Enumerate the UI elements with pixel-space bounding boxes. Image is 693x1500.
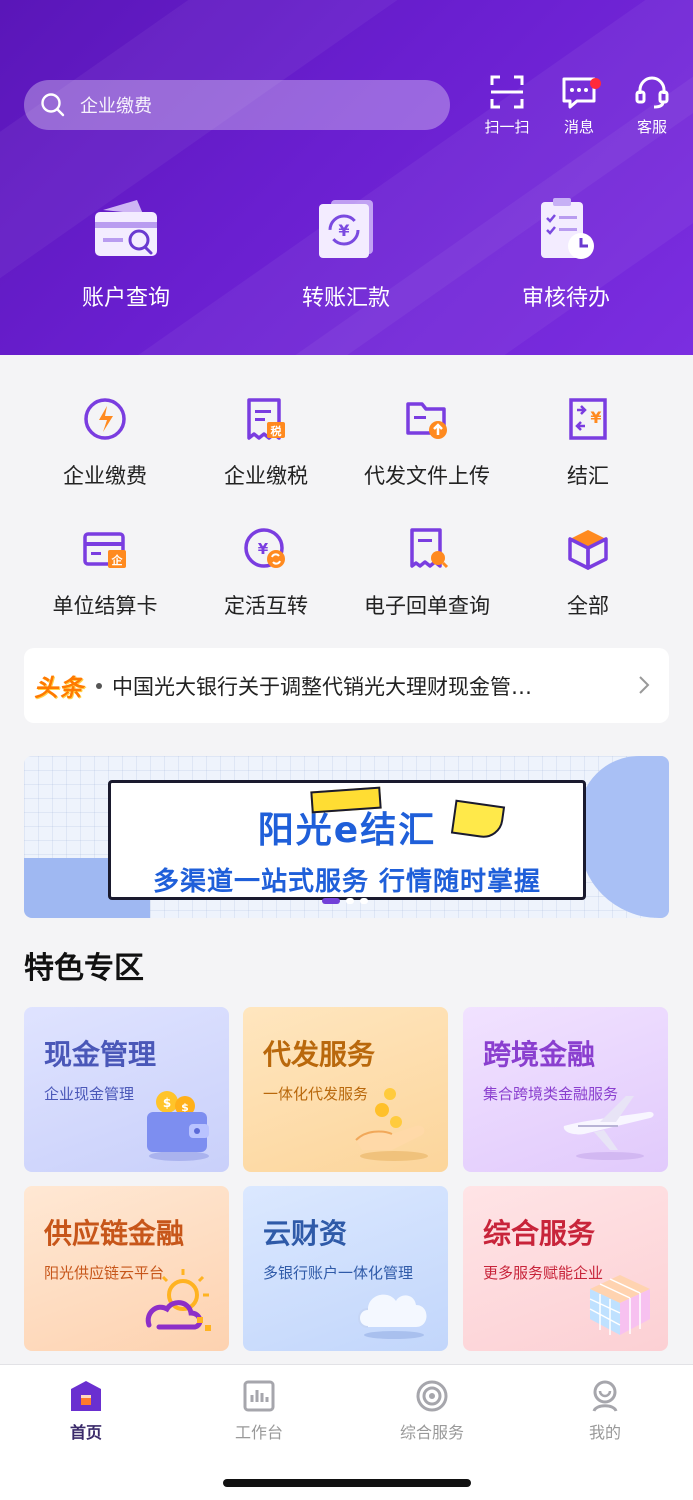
news-bullet (96, 682, 102, 689)
feature-title: 代发服务 (263, 1038, 376, 1071)
svg-text:企: 企 (111, 553, 124, 567)
news-tag: 头条 (34, 674, 84, 702)
svg-text:¥: ¥ (258, 540, 269, 558)
tab-home[interactable]: 首页 (26, 1379, 146, 1443)
enterprise-tax-icon: 税 (247, 398, 285, 440)
target-icon (416, 1380, 448, 1412)
approval-todo-icon (531, 196, 601, 266)
service-enterprise-tax[interactable]: 税 企业缴税 (181, 396, 351, 490)
news-ticker[interactable]: 头条 中国光大银行关于调整代销光大理财现金管… (24, 648, 669, 723)
service-receipt-query[interactable]: 电子回单查询 (342, 526, 512, 620)
enterprise-payment-icon (84, 398, 126, 440)
banner-pager (322, 898, 368, 904)
airplane-icon (563, 1096, 654, 1160)
feature-title: 供应链金融 (44, 1217, 185, 1250)
tab-label: 首页 (69, 1423, 102, 1442)
transfer-label: 转账汇款 (301, 286, 390, 311)
all-services-icon (568, 530, 608, 570)
service-label: 定活互转 (224, 594, 308, 618)
search-placeholder: 企业缴费 (80, 96, 152, 117)
service-settlement-card[interactable]: 企 单位结算卡 (20, 526, 190, 620)
cube-icon (589, 1275, 650, 1335)
svg-text:¥: ¥ (590, 408, 601, 427)
tab-mine[interactable]: 我的 (545, 1379, 665, 1443)
deposit-transfer-icon: ¥ (244, 528, 285, 568)
home-icon (71, 1381, 101, 1411)
account-query-label: 账户查询 (81, 286, 170, 311)
service-label: 电子回单查询 (364, 594, 490, 618)
customer-service-icon (635, 76, 669, 109)
service-all[interactable]: 全部 (503, 526, 673, 620)
scan-button[interactable]: 扫一扫 (477, 74, 537, 137)
service-label: 结汇 (567, 464, 609, 488)
message-badge (590, 78, 601, 89)
section-title: 特色专区 (24, 951, 144, 986)
feature-cross-border-finance[interactable]: 跨境金融 集合跨境类金融服务 (463, 1007, 668, 1172)
service-label: 代发文件上传 (364, 464, 490, 488)
pager-dot (346, 898, 354, 904)
file-upload-icon (406, 402, 447, 439)
feature-title: 云财资 (263, 1217, 348, 1250)
feature-comprehensive-service[interactable]: 综合服务 更多服务赋能企业 (463, 1186, 668, 1351)
account-query-icon (91, 196, 161, 266)
pager-dot-active (322, 898, 340, 904)
fx-settlement-icon: ¥ (569, 398, 607, 440)
service-deposit-transfer[interactable]: ¥ 定活互转 (181, 526, 351, 620)
banner-card: 阳光e结汇 多渠道一站式服务 行情随时掌握 (108, 780, 586, 900)
user-icon (592, 1380, 618, 1412)
feature-title: 综合服务 (483, 1217, 596, 1250)
promo-banner[interactable]: 阳光e结汇 多渠道一站式服务 行情随时掌握 (24, 756, 669, 918)
transfer-button[interactable]: ¥ 转账汇款 (261, 196, 431, 312)
workbench-icon (243, 1380, 275, 1412)
news-headline: 中国光大银行关于调整代销光大理财现金管… (112, 674, 532, 699)
receipt-query-icon (410, 528, 449, 569)
hand-coins-icon (355, 1088, 428, 1161)
transfer-icon: ¥ (311, 196, 381, 266)
service-label: 企业缴税 (224, 464, 308, 488)
settlement-card-icon: 企 (83, 532, 126, 568)
message-button[interactable]: 消息 (549, 74, 609, 137)
home-indicator (223, 1479, 471, 1487)
customer-service-label: 客服 (636, 118, 667, 136)
feature-supply-chain-finance[interactable]: 供应链金融 阳光供应链云平台 (24, 1186, 229, 1351)
message-label: 消息 (563, 118, 594, 136)
tab-label: 我的 (588, 1423, 621, 1442)
search-icon (41, 93, 65, 117)
svg-text:$: $ (163, 1096, 171, 1110)
feature-cloud-treasury[interactable]: 云财资 多银行账户一体化管理 (243, 1186, 448, 1351)
scan-icon (490, 75, 524, 109)
tab-workbench[interactable]: 工作台 (199, 1379, 319, 1443)
approval-todo-button[interactable]: 审核待办 (481, 196, 651, 312)
approval-todo-label: 审核待办 (521, 286, 610, 311)
tab-comprehensive-service[interactable]: 综合服务 (372, 1379, 492, 1443)
feature-payroll-service[interactable]: 代发服务 一体化代发服务 (243, 1007, 448, 1172)
account-query-button[interactable]: 账户查询 (41, 196, 211, 312)
feature-title: 现金管理 (44, 1038, 157, 1071)
service-label: 全部 (567, 594, 609, 618)
svg-text:¥: ¥ (338, 221, 349, 240)
cloud-icon (358, 1294, 427, 1339)
chevron-right-icon (639, 676, 650, 694)
service-label: 单位结算卡 (52, 594, 158, 618)
customer-service-button[interactable]: 客服 (622, 74, 682, 137)
service-enterprise-payment[interactable]: 企业缴费 (20, 396, 190, 490)
header: 企业缴费 扫一扫 消息 客服 账户查询 ¥ 转账汇款 审核待办 (0, 0, 693, 355)
wallet-icon: $ $ (147, 1091, 209, 1161)
feature-cash-management[interactable]: 现金管理 企业现金管理 $ $ (24, 1007, 229, 1172)
sun-cloud-icon (145, 1269, 211, 1331)
search-input[interactable]: 企业缴费 (24, 80, 450, 130)
tab-label: 工作台 (234, 1423, 283, 1442)
service-label: 企业缴费 (63, 464, 147, 488)
banner-decor (579, 756, 669, 918)
service-fx-settlement[interactable]: ¥ 结汇 (503, 396, 673, 490)
tab-label: 综合服务 (399, 1423, 464, 1442)
svg-text:税: 税 (271, 424, 282, 438)
pager-dot (360, 898, 368, 904)
banner-subtitle: 多渠道一站式服务 行情随时掌握 (152, 867, 542, 897)
scan-label: 扫一扫 (484, 118, 530, 136)
service-file-upload[interactable]: 代发文件上传 (342, 396, 512, 490)
feature-title: 跨境金融 (483, 1038, 596, 1071)
